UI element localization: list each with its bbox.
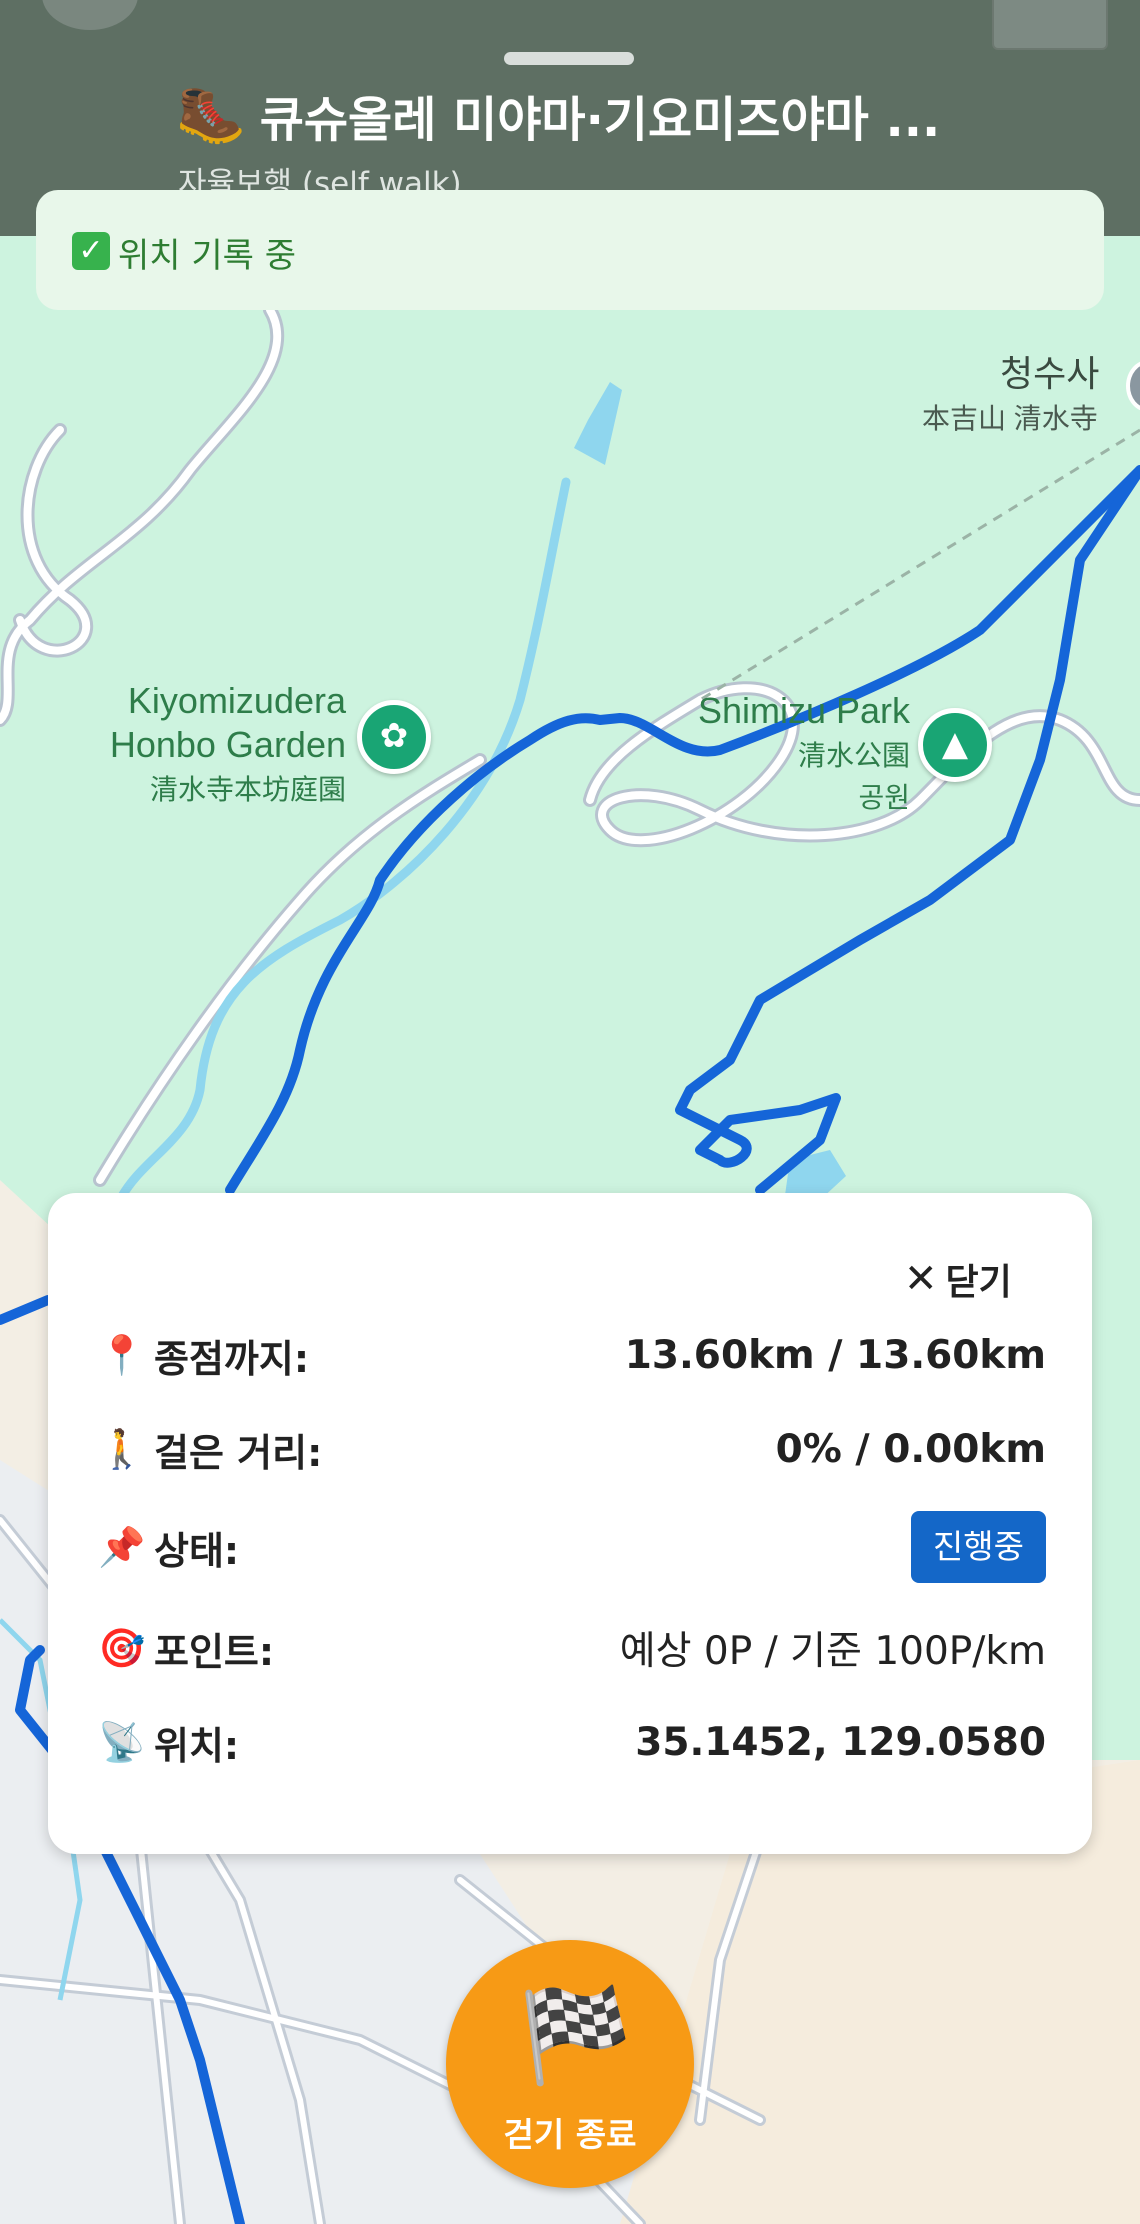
row-status: 📌 상태: 진행중: [98, 1511, 1046, 1583]
row-location-label: 위치:: [154, 1723, 240, 1768]
temple-label-ko: 청수사: [1000, 353, 1100, 394]
garden-label-en-2: Honbo Garden: [109, 724, 346, 765]
back-button[interactable]: [42, 0, 138, 30]
park-label-jp: 清水公園: [797, 740, 910, 771]
page-title: 큐슈올레 미야마·기요미즈야마 ...: [259, 92, 941, 148]
status-badge: 진행중: [910, 1511, 1046, 1583]
title-row: 🥾 큐슈올레 미야마·기요미즈야마 ...: [176, 80, 940, 150]
pin-icon: 📍: [98, 1332, 146, 1377]
row-points-value: 예상 0P / 기준 100P/km: [619, 1629, 1046, 1674]
row-points-label: 포인트:: [154, 1629, 275, 1674]
check-icon: ✓: [72, 232, 110, 270]
walker-icon: 🚶: [98, 1426, 146, 1471]
row-remaining-value: 13.60km / 13.60km: [624, 1332, 1046, 1378]
target-icon: 🎯: [98, 1625, 146, 1670]
boot-icon: 🥾: [176, 82, 246, 147]
close-label: 닫기: [945, 1262, 1012, 1303]
garden-flower-icon[interactable]: ✿: [357, 700, 431, 774]
row-walked: 🚶 걸은 거리: 0% / 0.00km: [98, 1414, 1046, 1484]
pushpin-icon: 📌: [98, 1524, 146, 1569]
park-label[interactable]: Shimizu Park 清水公園 공원: [664, 690, 910, 816]
garden-label-jp: 清水寺本坊庭園: [149, 774, 346, 805]
satellite-icon: 📡: [98, 1719, 146, 1764]
walk-info-panel: ✕ 닫기 📍 종점까지: 13.60km / 13.60km 🚶 걸은 거리: …: [48, 1193, 1092, 1854]
recording-status-text: 위치 기록 중: [118, 236, 297, 276]
map-view[interactable]: [0, 0, 1140, 2224]
row-remaining-label: 종점까지:: [154, 1336, 310, 1381]
garden-label-en-1: Kiyomizudera: [127, 680, 346, 721]
end-walk-button[interactable]: 🏁 걷기 종료: [446, 1940, 694, 2188]
row-walked-value: 0% / 0.00km: [775, 1426, 1046, 1472]
my-location-button[interactable]: [992, 0, 1108, 50]
drag-handle[interactable]: [504, 52, 634, 65]
park-tree-icon[interactable]: ▲: [918, 708, 992, 782]
park-label-ko: 공원: [858, 782, 910, 813]
row-status-label: 상태:: [154, 1528, 240, 1573]
row-location-value: 35.1452, 129.0580: [635, 1719, 1046, 1765]
park-label-en: Shimizu Park: [697, 690, 910, 731]
temple-label[interactable]: 청수사: [1000, 345, 1099, 397]
row-walked-label: 걸은 거리:: [154, 1430, 323, 1475]
end-walk-label: 걷기 종료: [503, 2115, 637, 2154]
temple-label-jp: 本吉山 清水寺: [922, 403, 1098, 434]
garden-label[interactable]: Kiyomizudera Honbo Garden 清水寺本坊庭園: [80, 680, 346, 808]
checkered-flag-icon: 🏁: [518, 1982, 633, 2089]
row-location: 📡 위치: 35.1452, 129.0580: [98, 1707, 1046, 1777]
recording-status-banner: ✓ 위치 기록 중: [36, 190, 1104, 310]
row-remaining: 📍 종점까지: 13.60km / 13.60km: [98, 1320, 1046, 1390]
close-button[interactable]: ✕ 닫기: [904, 1253, 1012, 1305]
row-points: 🎯 포인트: 예상 0P / 기준 100P/km: [98, 1613, 1046, 1683]
close-icon: ✕: [904, 1256, 938, 1302]
